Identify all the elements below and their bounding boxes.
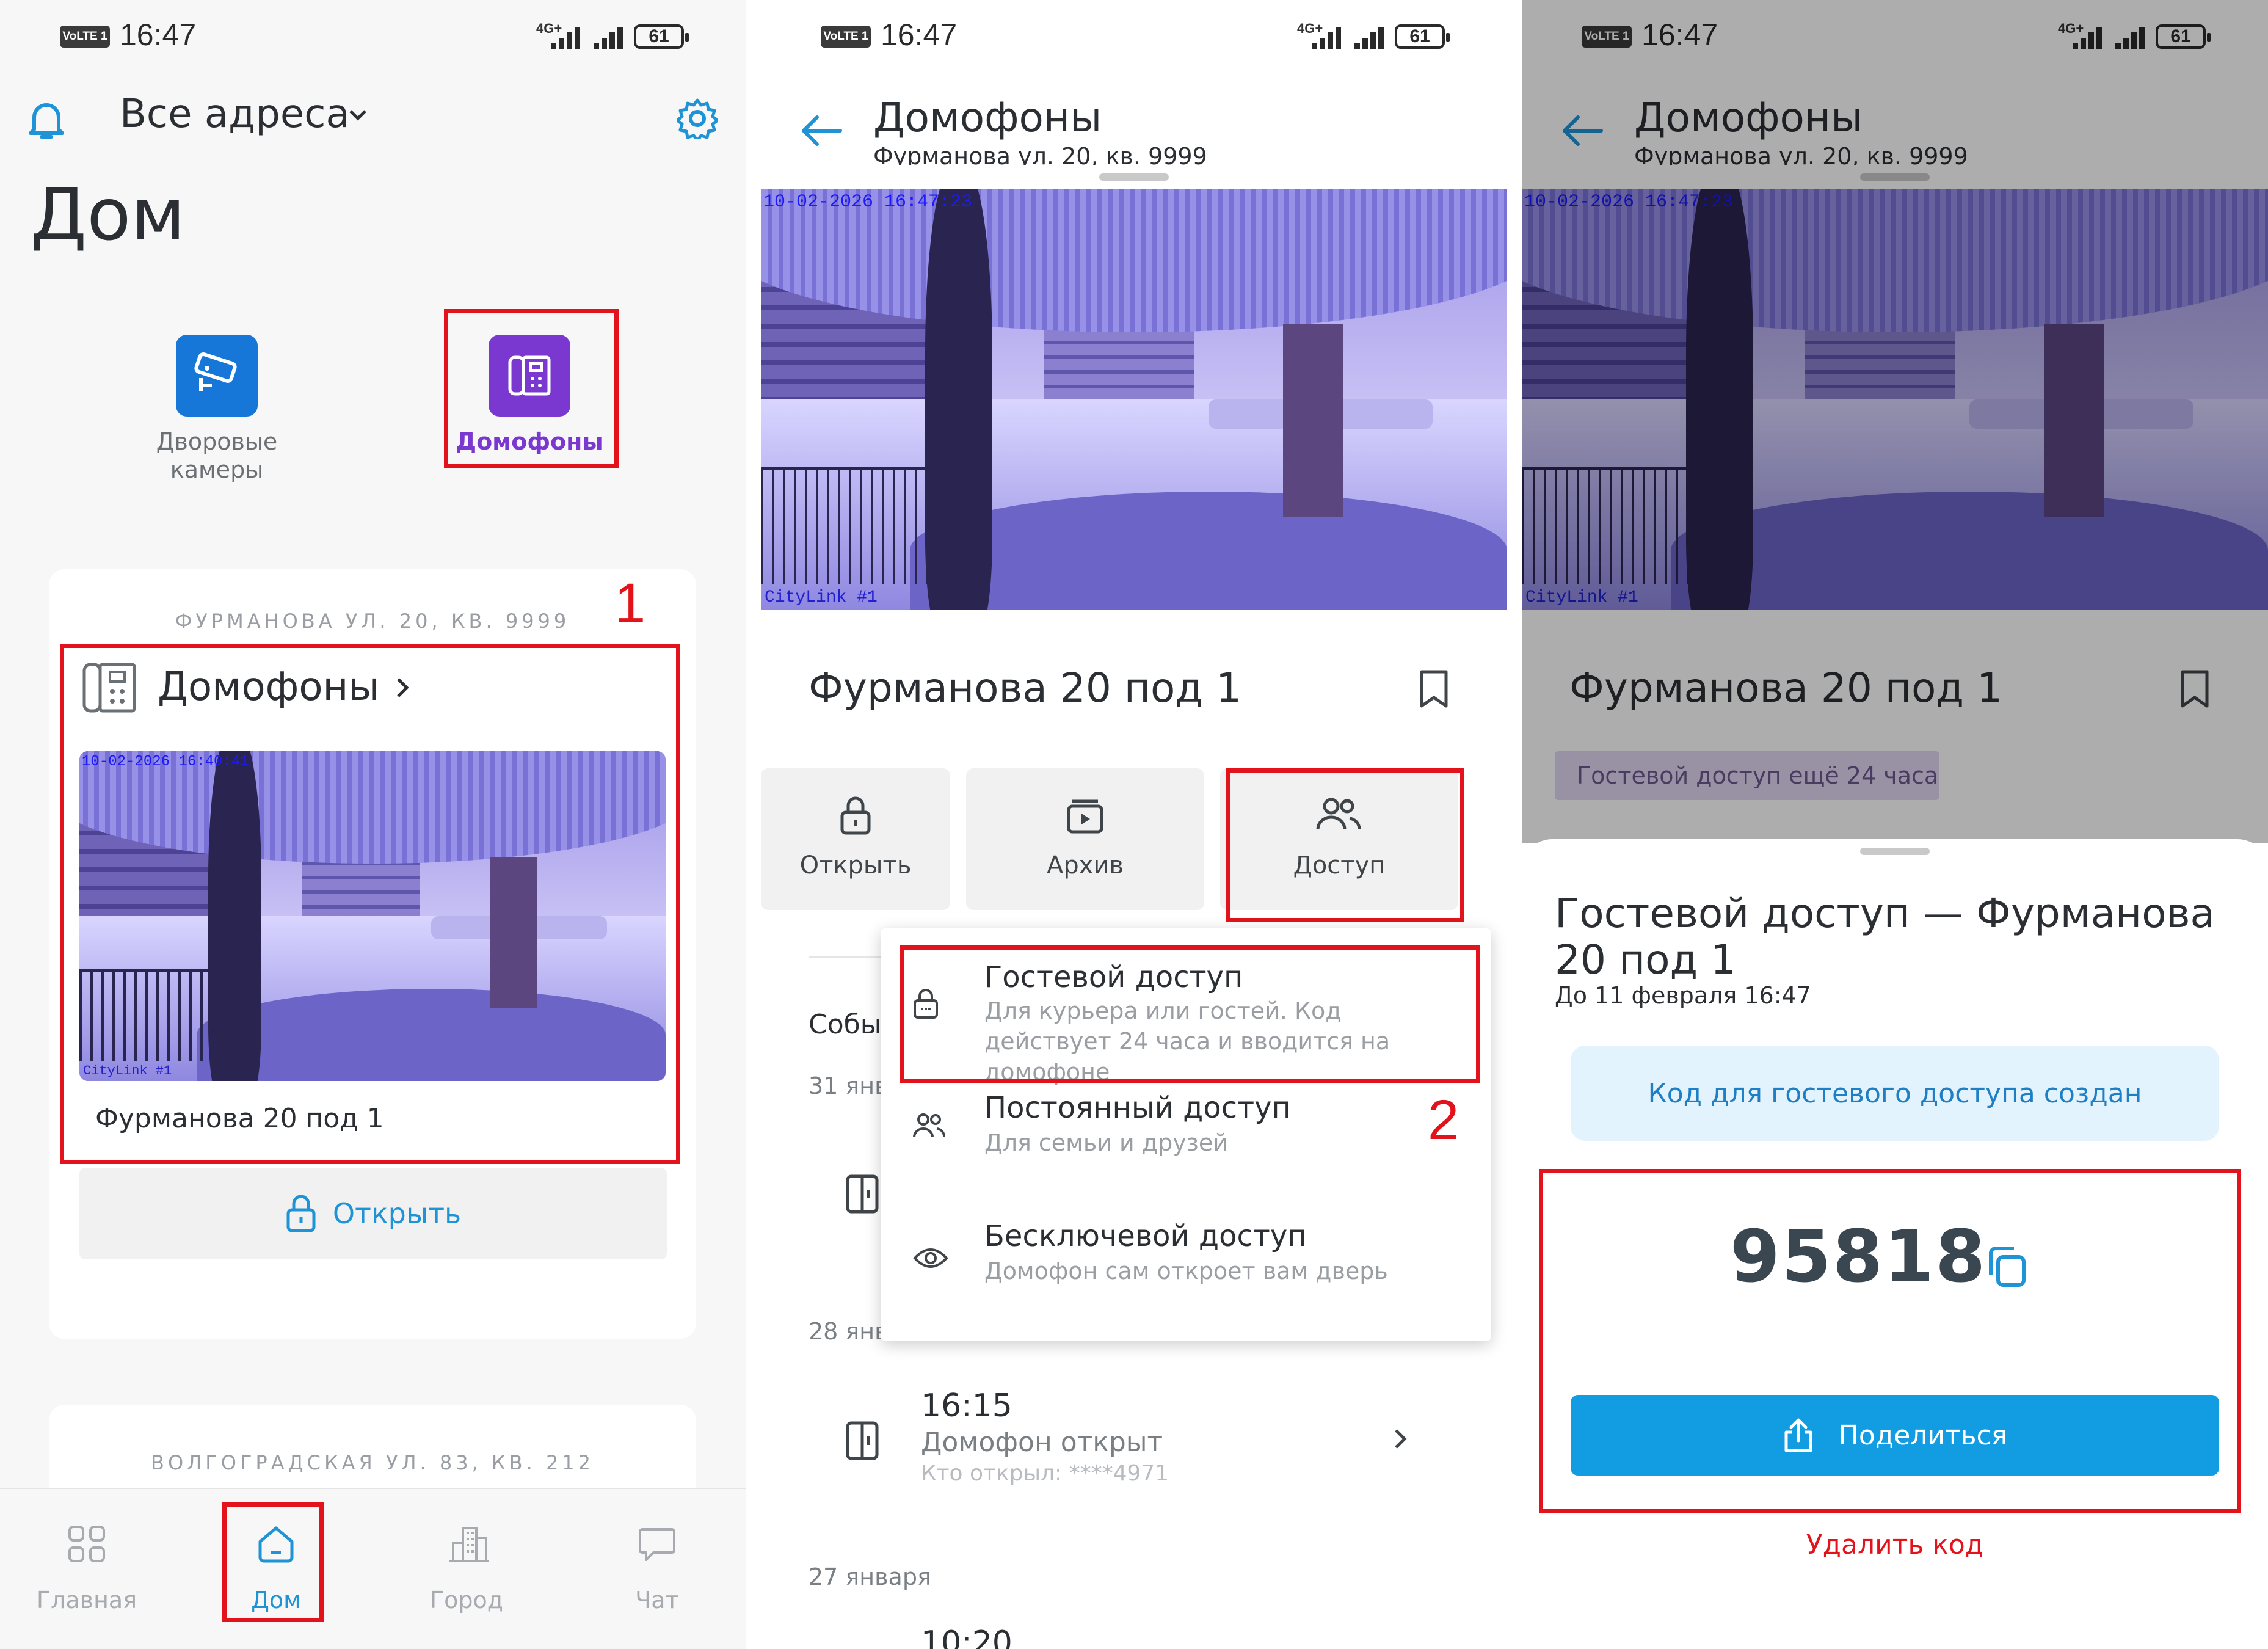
- event-subtitle: Кто открыл: ****4971: [921, 1461, 1169, 1486]
- chevron-down-icon[interactable]: [346, 103, 370, 127]
- menu-item-title: Бесключевой доступ: [984, 1219, 1307, 1253]
- status-bar: VoLTE 1 16:47 4G+ 61: [0, 0, 746, 73]
- archive-label: Архив: [1047, 851, 1124, 879]
- card-address: ВОЛГОГРАДСКАЯ УЛ. 83, КВ. 212: [150, 1451, 595, 1474]
- divider: [1507, 0, 1522, 1649]
- nav-label: Город: [429, 1587, 504, 1614]
- delete-code-link[interactable]: Удалить код: [1522, 1529, 2268, 1560]
- modal-overlay[interactable]: [1522, 0, 2268, 843]
- nav-item-city[interactable]: Город: [393, 1489, 540, 1649]
- info-message: Код для гостевого доступа создан: [1571, 1046, 2219, 1141]
- drag-handle[interactable]: [1099, 173, 1169, 181]
- address-selector[interactable]: Все адреса: [120, 92, 350, 137]
- security-camera-icon[interactable]: [176, 335, 258, 417]
- guest-access-sheet: Гостевой доступ — Фурманова 20 под 1 До …: [1522, 839, 2268, 1649]
- events-heading: Собы: [809, 1009, 882, 1040]
- bottom-navigation: Главная Дом Город Чат: [0, 1488, 746, 1649]
- header-title: Домофоны: [873, 94, 1102, 141]
- screen-guest-access: VoLTE 1 16:47 4G+ 61 Домофоны Фурманова …: [1522, 0, 2268, 1649]
- highlight-box: [900, 945, 1480, 1083]
- status-bar: VoLTE 1 16:47 4G+ 61: [761, 0, 1507, 73]
- menu-item-description: Для семьи и друзей: [984, 1129, 1228, 1156]
- highlight-box: [1539, 1169, 2241, 1513]
- event-date: 27 января: [809, 1563, 931, 1590]
- camera-live-view[interactable]: 10-02-2026 16:47:23 CityLink #1: [761, 189, 1507, 610]
- open-button[interactable]: Открыть: [761, 768, 950, 910]
- status-time: 16:47: [120, 18, 197, 52]
- signal-icon: [1312, 24, 1348, 49]
- eye-icon: [913, 1248, 948, 1268]
- nav-item-chat[interactable]: Чат: [584, 1489, 730, 1649]
- card-address: ФУРМАНОВА УЛ. 20, КВ. 9999: [175, 610, 570, 633]
- camera-name: Фурманова 20 под 1: [809, 664, 1241, 712]
- chat-icon: [639, 1528, 675, 1561]
- chevron-right-icon[interactable]: [1390, 1425, 1411, 1452]
- back-arrow-icon[interactable]: [798, 112, 844, 149]
- highlight-box: [444, 309, 619, 468]
- archive-button[interactable]: Архив: [966, 768, 1204, 910]
- menu-item-title: Постоянный доступ: [984, 1091, 1291, 1125]
- lock-icon: [840, 796, 871, 835]
- screen-home: VoLTE 1 16:47 4G+ 61 Все адреса Дом Двор…: [0, 0, 746, 1649]
- bookmark-icon[interactable]: [1418, 669, 1450, 710]
- door-icon: [846, 1174, 879, 1214]
- tile-label-cameras[interactable]: Дворовые камеры: [125, 428, 308, 484]
- city-icon: [449, 1527, 489, 1562]
- nav-label: Чат: [635, 1587, 679, 1614]
- archive-play-icon: [1067, 799, 1103, 834]
- event-time: 10:20: [921, 1625, 1012, 1649]
- door-icon: [846, 1421, 879, 1460]
- highlight-box: [60, 644, 680, 1164]
- nav-label: Главная: [36, 1587, 137, 1614]
- signal-icon: [551, 24, 587, 49]
- menu-item-permanent-access[interactable]: Постоянный доступ Для семьи и друзей: [881, 1072, 1491, 1201]
- open-button-label: Открыть: [332, 1197, 462, 1230]
- battery-icon: 61: [1395, 24, 1450, 49]
- people-icon: [913, 1113, 946, 1138]
- annotation-number: 2: [1428, 1089, 1459, 1151]
- nav-item-main[interactable]: Главная: [13, 1489, 160, 1649]
- open-door-button[interactable]: Открыть: [79, 1168, 667, 1259]
- menu-item-keyless-access[interactable]: Бесключевой доступ Домофон сам откроет в…: [881, 1201, 1491, 1341]
- highlight-box: [222, 1502, 324, 1622]
- bell-icon[interactable]: [27, 98, 66, 142]
- status-time: 16:47: [881, 18, 958, 52]
- lock-icon: [286, 1195, 316, 1232]
- annotation-number: 1: [614, 572, 646, 635]
- signal-icon: [594, 24, 630, 49]
- open-label: Открыть: [799, 851, 912, 879]
- sheet-title: Гостевой доступ — Фурманова 20 под 1: [1555, 890, 2215, 983]
- event-date: 28 янв: [809, 1318, 889, 1345]
- camera-watermark: CityLink #1: [765, 588, 878, 607]
- gear-icon[interactable]: [677, 98, 718, 139]
- menu-item-description: Домофон сам откроет вам дверь: [984, 1258, 1388, 1284]
- highlight-box: [1226, 768, 1464, 922]
- signal-icon: [1354, 24, 1391, 49]
- volte-indicator: VoLTE 1: [60, 26, 110, 48]
- volte-indicator: VoLTE 1: [821, 26, 871, 48]
- screen-intercom: VoLTE 1 16:47 4G+ 61 Домофоны Фурманова …: [761, 0, 1507, 1649]
- battery-icon: 61: [634, 24, 689, 49]
- event-time[interactable]: 16:15: [921, 1388, 1012, 1424]
- page-title: Дом: [31, 172, 186, 257]
- divider: [746, 0, 761, 1649]
- drag-handle[interactable]: [1860, 848, 1930, 855]
- sheet-subtitle: До 11 февраля 16:47: [1555, 982, 1811, 1009]
- camera-timestamp: 10-02-2026 16:47:23: [763, 192, 973, 213]
- grid-icon: [68, 1526, 105, 1562]
- event-title[interactable]: Домофон открыт: [921, 1427, 1163, 1458]
- event-date: 31 янв: [809, 1072, 889, 1099]
